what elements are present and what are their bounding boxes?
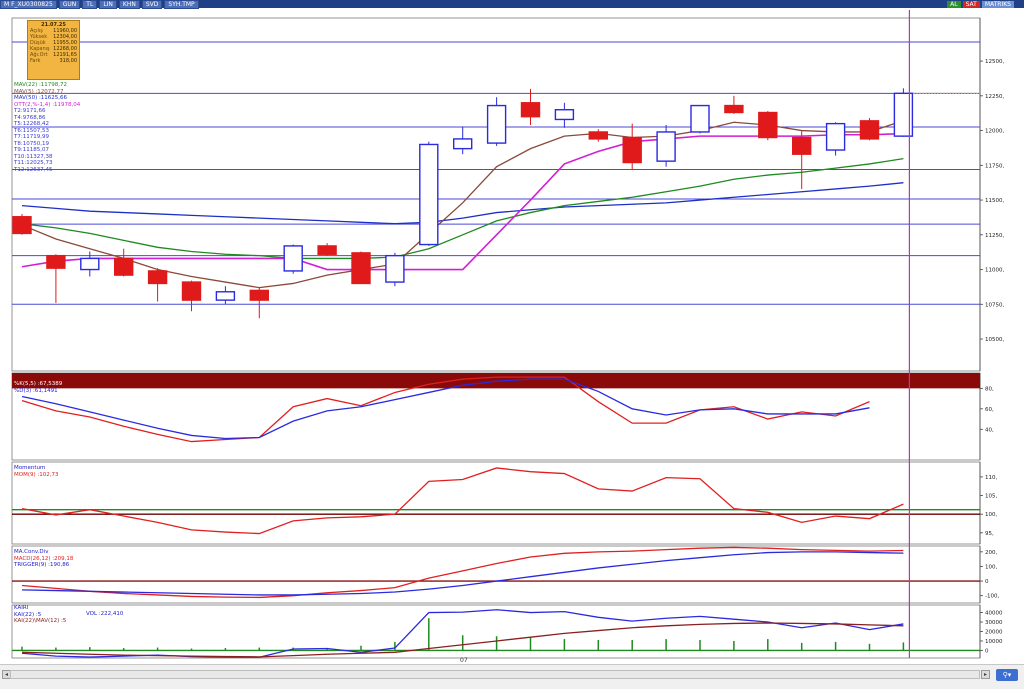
candle-body-6 [215, 291, 236, 301]
y-tick-label-mom-2: 105, [985, 494, 997, 500]
y-tick-label-kairi-2: 20000 [985, 630, 1003, 636]
toolbar-right: AL SAT MATRIKS [947, 0, 1022, 8]
toolbar-left: M F_XU0300825 GUN TL LIN KHN SVD SYH.TMP [0, 0, 199, 9]
y-tick-label-kairi-3: 30000 [985, 620, 1003, 626]
candle-body-22 [758, 111, 778, 139]
y-tick-label-price-6: 12000, [985, 129, 1004, 135]
candle-body-5 [181, 281, 202, 301]
candle-body-15 [520, 102, 541, 118]
legend-stoch-d: %D(3) :61,1491 [14, 387, 58, 394]
buy-badge[interactable]: AL [947, 0, 961, 8]
candle-body-17 [588, 131, 608, 140]
candle-body-19 [656, 131, 676, 162]
bottom-bar: ◂ ▸ ⚲▾ [0, 664, 1024, 689]
macd-legend: MA.Conv.Div MACD(26,12) :209,18 TRIGGER(… [14, 549, 73, 569]
y-tick-label-price-0: 10500, [985, 337, 1004, 343]
chart-canvas[interactable]: 10500, 10750, 11000, 11250, 11500, 11750, 1200… [0, 8, 1024, 664]
candle-body-2 [80, 257, 100, 271]
candle-body-3 [113, 257, 134, 276]
candle-body-21 [724, 104, 744, 114]
candle-body-4 [147, 270, 168, 285]
mom-legend: Momentum MOM(9) :102,73 [14, 465, 58, 478]
y-tick-label-price-5: 11750, [985, 163, 1004, 169]
sell-badge[interactable]: SAT [962, 0, 980, 8]
y-tick-label-mom-0: 95, [985, 531, 994, 537]
y-tick-label-price-7: 12250, [985, 94, 1004, 100]
candle-body-1 [46, 254, 66, 269]
y-tick-label-macd-2: 100, [985, 564, 997, 570]
candle-body-16 [554, 109, 575, 121]
y-tick-label-stoch-2: 80, [985, 386, 994, 392]
legend-t12: T12:12637,45 [14, 166, 53, 173]
legend-stoch-k: %K(5,5) :67,5389 [14, 381, 63, 387]
candle-body-20 [690, 104, 710, 133]
y-tick-label-price-4: 11500, [985, 198, 1004, 204]
candle-body-7 [249, 289, 270, 301]
panel-frame-mom [11, 461, 981, 545]
y-tick-label-mom-1: 100, [985, 512, 997, 518]
y-tick-label-kairi-4: 40000 [985, 611, 1003, 617]
candle-body-14 [486, 104, 507, 144]
legend-mom-value: MOM(9) :102,73 [14, 471, 59, 478]
vol-legend: VOL :222,410 [86, 611, 123, 618]
y-tick-label-stoch-0: 40, [985, 427, 994, 433]
y-tick-label-price-1: 10750, [985, 302, 1004, 308]
y-tick-label-stoch-1: 60, [985, 407, 994, 413]
candle-body-24 [825, 122, 846, 151]
y-tick-label-mom-3: 110, [985, 475, 997, 481]
y-tick-label-kairi-0: 0 [985, 648, 989, 654]
ohlc-info-box: 21.07.25 Açılış 11960,00 Yüksek 12304,00 D… [27, 20, 80, 80]
legend-vol: VOL :222,410 [86, 611, 124, 617]
legend-kai22-mav12: KAI(22)\MAV(12) :5 [14, 618, 67, 624]
date-axis-label: 07 [460, 657, 468, 664]
zoom-control-icon[interactable]: ⚲▾ [996, 669, 1018, 681]
candle-body-9 [317, 245, 337, 255]
y-tick-label-price-2: 11000, [985, 268, 1004, 274]
candle-body-0 [12, 216, 32, 235]
y-tick-label-macd-3: 200, [985, 550, 997, 556]
candle-body-25 [859, 120, 880, 140]
kairi-legend: KAIRI KAI(22) :5 KAI(22)\MAV(12) :5 [14, 605, 66, 625]
horizontal-scrollbar[interactable] [10, 670, 980, 679]
y-tick-label-price-8: 12500, [985, 59, 1004, 65]
price-legend: MAV(22) :11798,72 MAV(5) :12072,77 MAV(5… [14, 82, 80, 173]
candle-body-12 [419, 143, 439, 246]
candle-body-10 [351, 252, 371, 285]
legend-trigger-value: TRIGGER(9) :190,86 [14, 562, 70, 568]
y-tick-label-kairi-1: 10000 [985, 639, 1003, 645]
panel-frame-price [11, 17, 981, 372]
candle-body-13 [453, 138, 473, 150]
candle-body-8 [283, 245, 303, 272]
y-tick-label-macd-1: 0 [985, 579, 989, 585]
y-tick-label-price-3: 11250, [985, 233, 1004, 239]
stoch-legend: %K(5,5) :67,5389 %D(3) :61,1491 [14, 381, 62, 394]
y-tick-label-macd-0: -100, [985, 594, 999, 600]
candle-body-23 [792, 136, 812, 155]
scroll-right-button[interactable]: ▸ [981, 670, 990, 679]
matriks-badge[interactable]: MATRIKS [981, 0, 1014, 8]
toolbar: M F_XU0300825 GUN TL LIN KHN SVD SYH.TMP… [0, 0, 1024, 9]
candle-body-18 [622, 136, 642, 164]
candle-body-11 [385, 254, 405, 283]
info-row-diff: Fark 318,00 [30, 58, 77, 64]
